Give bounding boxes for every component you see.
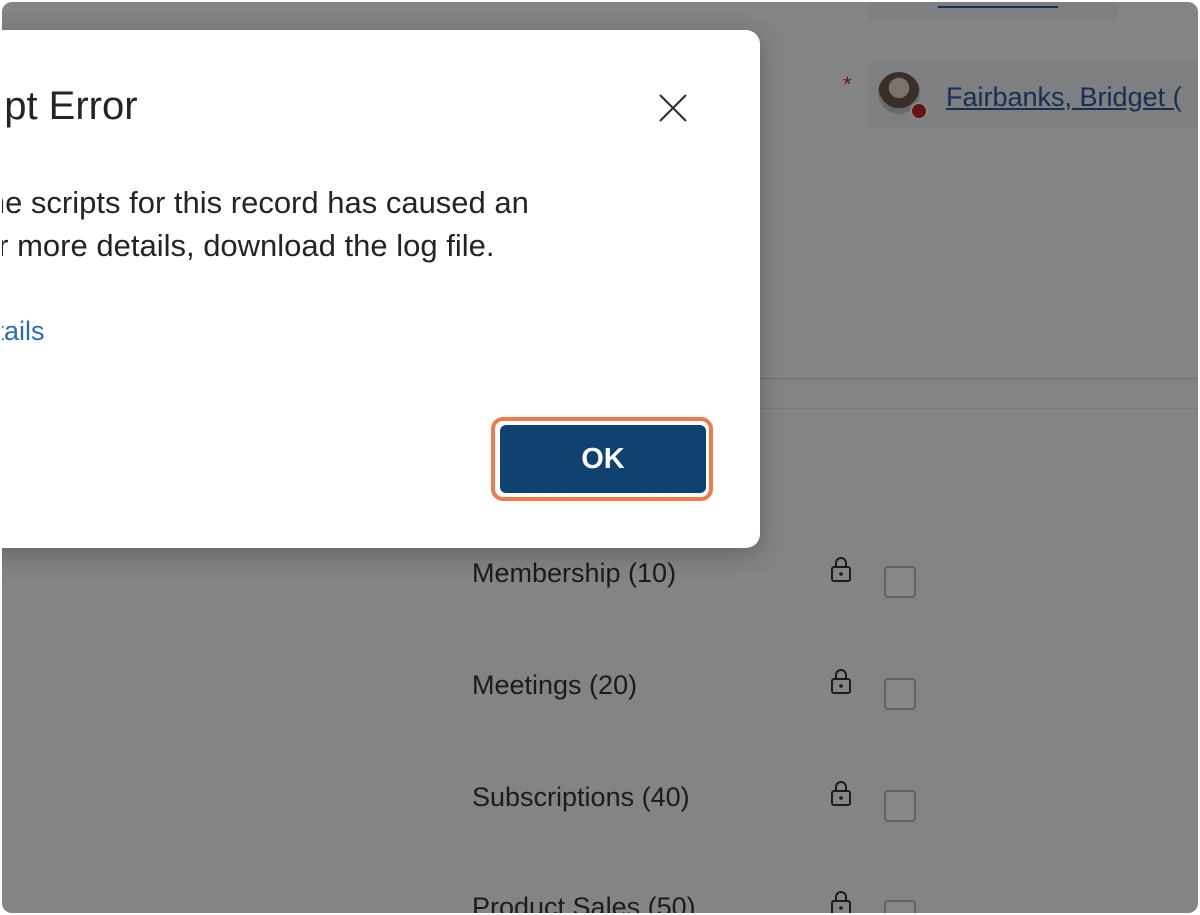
- dialog-message-line: f the scripts for this record has caused…: [2, 185, 529, 220]
- ok-button[interactable]: OK: [500, 425, 706, 493]
- app-window: * Fairbanks, Bridget ( Membership (10) M…: [2, 2, 1198, 913]
- script-error-dialog: cript Error f the scripts for this recor…: [2, 30, 760, 548]
- dialog-message-line: For more details, download the log file.: [2, 228, 495, 263]
- details-link[interactable]: Details: [2, 316, 45, 347]
- dialog-title: cript Error: [2, 84, 138, 128]
- close-icon[interactable]: [655, 90, 691, 126]
